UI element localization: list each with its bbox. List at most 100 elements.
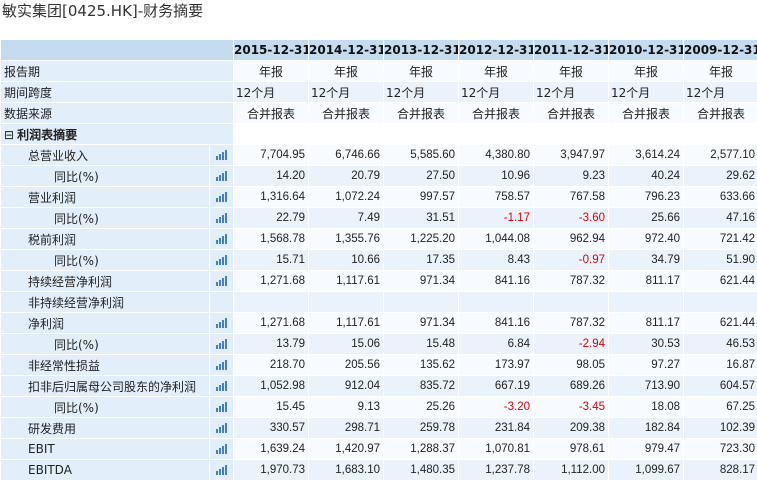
table-cell: 25.26 [384,397,459,418]
row-label: 持续经营净利润 [1,271,210,292]
chart-icon-cell[interactable] [210,376,234,397]
table-cell: 10.66 [309,250,384,271]
table-cell: 1,117.61 [309,313,384,334]
table-cell: 330.57 [234,418,309,439]
table-row: 扣非后归属母公司股东的净利润1,052.98912.04835.72667.19… [1,376,757,397]
row-label: 数据来源 [1,103,234,124]
table-cell: 年报 [459,61,534,82]
table-cell: 912.04 [309,376,384,397]
bar-chart-icon[interactable] [216,192,228,202]
table-cell: -2.94 [534,334,609,355]
bar-chart-icon[interactable] [216,444,228,454]
table-cell: 15.48 [384,334,459,355]
bar-chart-icon[interactable] [216,381,228,391]
year-header: 2014-12-31 [309,40,384,61]
table-cell: 1,099.67 [609,460,684,481]
chart-icon-cell[interactable] [210,355,234,376]
table-cell: 971.34 [384,313,459,334]
table-cell: 30.53 [609,334,684,355]
chart-icon-cell[interactable] [210,271,234,292]
row-label: 报告期 [1,61,234,82]
table-cell: 978.61 [534,439,609,460]
table-cell: 5,585.60 [384,145,459,166]
chart-icon-cell[interactable] [210,334,234,355]
table-row: 税前利润1,568.781,355.761,225.201,044.08962.… [1,229,757,250]
chart-icon-cell[interactable] [210,418,234,439]
chart-icon-cell[interactable] [210,145,234,166]
table-cell: 合并报表 [234,103,309,124]
bar-chart-icon[interactable] [216,339,228,349]
chart-icon-cell[interactable] [210,229,234,250]
table-cell: 年报 [234,61,309,82]
table-cell: 689.26 [534,376,609,397]
bar-chart-icon[interactable] [216,213,228,223]
chart-icon-cell[interactable] [210,208,234,229]
table-cell: 1,072.24 [309,187,384,208]
chart-icon-cell[interactable] [210,460,234,481]
table-cell: 621.44 [684,313,757,334]
table-cell: 51.90 [684,250,757,271]
table-cell: 1,683.10 [309,460,384,481]
row-label: 期间跨度 [1,82,234,103]
bar-chart-icon[interactable] [216,171,228,181]
table-cell: -3.20 [459,397,534,418]
table-cell: 2,577.10 [684,145,757,166]
bar-chart-icon[interactable] [216,402,228,412]
chart-icon-cell[interactable] [210,166,234,187]
table-cell: 年报 [534,61,609,82]
table-cell: 1,271.68 [234,313,309,334]
table-cell: 841.16 [459,313,534,334]
table-cell [384,292,459,313]
table-cell: 6.84 [459,334,534,355]
row-label: EBITDA [1,460,210,481]
table-cell: 年报 [609,61,684,82]
table-row: 持续经营净利润1,271.681,117.61971.34841.16787.3… [1,271,757,292]
table-row: EBIT1,639.241,420.971,288.371,070.81978.… [1,439,757,460]
bar-chart-icon[interactable] [216,255,228,265]
table-cell: 10.96 [459,166,534,187]
bar-chart-icon[interactable] [216,360,228,370]
table-cell [309,124,384,145]
chart-icon-cell[interactable] [210,397,234,418]
table-cell: 713.90 [609,376,684,397]
table-cell: 787.32 [534,271,609,292]
table-cell: 1,052.98 [234,376,309,397]
bar-chart-icon[interactable] [216,150,228,160]
chart-icon-cell[interactable] [210,250,234,271]
chart-icon-cell[interactable] [210,187,234,208]
table-cell: 621.44 [684,271,757,292]
chart-icon-cell[interactable] [210,439,234,460]
year-header: 2011-12-31 [534,40,609,61]
chart-icon-cell[interactable] [210,313,234,334]
table-cell: 46.53 [684,334,757,355]
section-header-income-statement[interactable]: ⊟利润表摘要 [1,124,234,145]
table-cell: 合并报表 [309,103,384,124]
table-cell: 12个月 [609,82,684,103]
collapse-toggle-icon[interactable]: ⊟ [4,128,14,142]
table-cell [609,292,684,313]
table-cell: 1,225.20 [384,229,459,250]
table-cell: -1.17 [459,208,534,229]
row-label: 同比(%) [1,208,210,229]
bar-chart-icon[interactable] [216,318,228,328]
meta-row: 数据来源合并报表合并报表合并报表合并报表合并报表合并报表合并报表 [1,103,757,124]
table-cell: 205.56 [309,355,384,376]
bar-chart-icon[interactable] [216,234,228,244]
table-cell: 604.57 [684,376,757,397]
table-row: EBITDA1,970.731,683.101,480.351,237.781,… [1,460,757,481]
bar-chart-icon[interactable] [216,423,228,433]
table-cell: 1,970.73 [234,460,309,481]
table-cell: 1,316.64 [234,187,309,208]
table-cell [234,124,309,145]
bar-chart-icon[interactable] [216,465,228,475]
table-cell: 97.27 [609,355,684,376]
table-cell: 835.72 [384,376,459,397]
table-cell: 1,044.08 [459,229,534,250]
table-cell: 8.43 [459,250,534,271]
bar-chart-icon[interactable] [216,276,228,286]
table-cell: 15.45 [234,397,309,418]
table-cell: 135.62 [384,355,459,376]
section-row[interactable]: ⊟利润表摘要 [1,124,757,145]
table-cell: 767.58 [534,187,609,208]
table-cell: 182.84 [609,418,684,439]
